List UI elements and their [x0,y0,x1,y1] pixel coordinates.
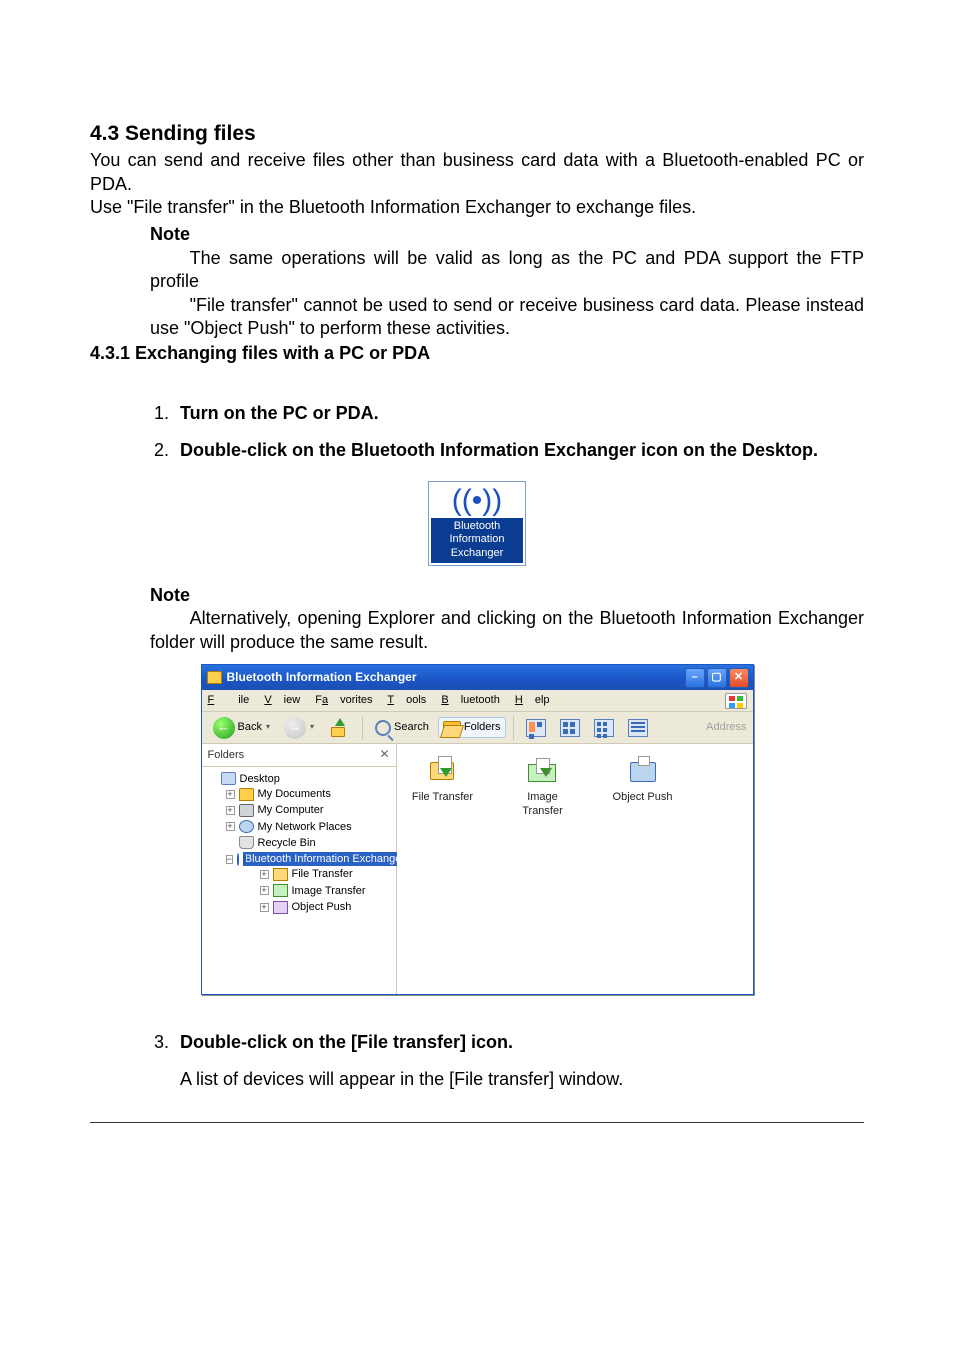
back-arrow-icon: ← [213,717,235,739]
icon-file-transfer-label: File Transfer [407,790,479,804]
desktop-icon-label-1: Bluetooth [431,520,523,534]
view-list-button[interactable] [623,716,653,740]
note-label-1: Note [150,223,864,246]
view-icons-button[interactable] [589,716,619,740]
content-pane: File Transfer Image Transfer Object Push [397,744,753,994]
computer-icon [239,804,254,817]
view-thumb-icon [526,719,546,737]
up-icon [328,717,350,739]
search-label: Search [394,720,429,734]
toolbar-separator-2 [513,716,514,740]
recycle-icon [239,836,254,849]
tree-desktop[interactable]: Desktop [208,772,394,786]
folders-icon [443,721,461,735]
forward-dropdown-icon[interactable]: ▾ [310,722,314,732]
folder-icon [207,671,222,684]
close-button[interactable]: ✕ [729,668,749,688]
search-icon [375,720,391,736]
back-dropdown-icon[interactable]: ▾ [266,722,270,732]
note1-line2: "File transfer" cannot be used to send o… [150,294,864,341]
titlebar[interactable]: Bluetooth Information Exchanger – ▢ ✕ [202,665,753,690]
tree-recycle-bin[interactable]: Recycle Bin [226,836,394,850]
explorer-window: Bluetooth Information Exchanger – ▢ ✕ Fi… [201,664,754,995]
network-icon [239,820,254,833]
icon-object-push-label: Object Push [607,790,679,804]
windows-flag-icon [725,693,747,709]
address-label: Address [706,720,746,734]
note1-line1: The same operations will be valid as lon… [150,247,864,294]
toolbar-separator [362,716,363,740]
step-1-text: Turn on the PC or PDA. [180,403,379,423]
view-list-icon [628,719,648,737]
maximize-button[interactable]: ▢ [707,668,727,688]
tree-bluetooth-exchanger[interactable]: −Bluetooth Information Exchanger [226,852,394,866]
window-title: Bluetooth Information Exchanger [227,670,417,686]
menu-bluetooth[interactable]: Bluetooth [441,694,500,706]
view-thumb-button[interactable] [521,716,551,740]
object-push-glyph [626,756,660,786]
icon-image-transfer-label: Image Transfer [507,790,579,819]
icon-image-transfer[interactable]: Image Transfer [507,756,579,819]
folders-button[interactable]: Folders [438,717,506,737]
image-transfer-icon [273,884,288,897]
menu-file[interactable]: File [208,694,250,706]
desktop-icon [221,772,236,785]
menu-bar: File View Favorites Tools Bluetooth Help [208,693,562,707]
bluetooth-tree-icon [237,853,239,866]
tree-my-network[interactable]: +My Network Places [226,820,394,834]
step-3-text: Double-click on the [File transfer] icon… [180,1032,513,1052]
folder-tree: Desktop +My Documents +My Computer +My N… [202,767,396,922]
footer-rule [90,1122,864,1123]
step-2: Double-click on the Bluetooth Informatio… [174,439,864,462]
tree-header: Folders [208,748,245,762]
menu-tools[interactable]: Tools [387,694,426,706]
file-transfer-glyph [426,756,460,786]
menu-view[interactable]: View [264,694,300,706]
tree-image-transfer[interactable]: +Image Transfer [260,884,394,898]
section-heading: 4.3 Sending files [90,120,864,147]
menu-favorites[interactable]: Favorites [315,694,372,706]
back-label: Back [238,720,262,734]
view-icons-icon [594,719,614,737]
file-transfer-icon [273,868,288,881]
step-3-body: A list of devices will appear in the [Fi… [180,1068,864,1091]
desktop-icon-bluetooth-exchanger[interactable]: ((•)) Bluetooth Information Exchanger [428,481,526,566]
forward-button[interactable]: → ▾ [279,714,319,742]
desktop-icon-label-3: Exchanger [431,547,523,561]
tree-my-documents[interactable]: +My Documents [226,787,394,801]
step-2-text: Double-click on the Bluetooth Informatio… [180,440,818,460]
back-button[interactable]: ← Back ▾ [208,714,275,742]
up-button[interactable] [323,714,355,742]
intro-paragraph-2: Use "File transfer" in the Bluetooth Inf… [90,196,864,219]
image-transfer-glyph [526,756,560,786]
step-1: Turn on the PC or PDA. [174,402,864,425]
tree-file-transfer[interactable]: +File Transfer [260,867,394,881]
minimize-button[interactable]: – [685,668,705,688]
forward-arrow-icon: → [284,717,306,739]
search-button[interactable]: Search [370,717,434,739]
note2-line1: Alternatively, opening Explorer and clic… [150,607,864,654]
menu-help[interactable]: Help [515,694,550,706]
view-tile-icon [560,719,580,737]
tree-object-push[interactable]: +Object Push [260,900,394,914]
view-tile-button[interactable] [555,716,585,740]
tree-my-computer[interactable]: +My Computer [226,803,394,817]
intro-paragraph-1: You can send and receive files other tha… [90,149,864,196]
icon-object-push[interactable]: Object Push [607,756,679,804]
subsection-heading: 4.3.1 Exchanging files with a PC or PDA [90,342,864,365]
tree-close-button[interactable]: ✕ [379,747,389,763]
folders-label: Folders [464,720,501,734]
object-push-icon [273,901,288,914]
desktop-icon-label-2: Information [431,533,523,547]
folder-icon [239,788,254,801]
bluetooth-icon: ((•)) [431,486,523,516]
step-3: Double-click on the [File transfer] icon… [174,1031,864,1092]
note-label-2: Note [150,584,864,607]
icon-file-transfer[interactable]: File Transfer [407,756,479,804]
